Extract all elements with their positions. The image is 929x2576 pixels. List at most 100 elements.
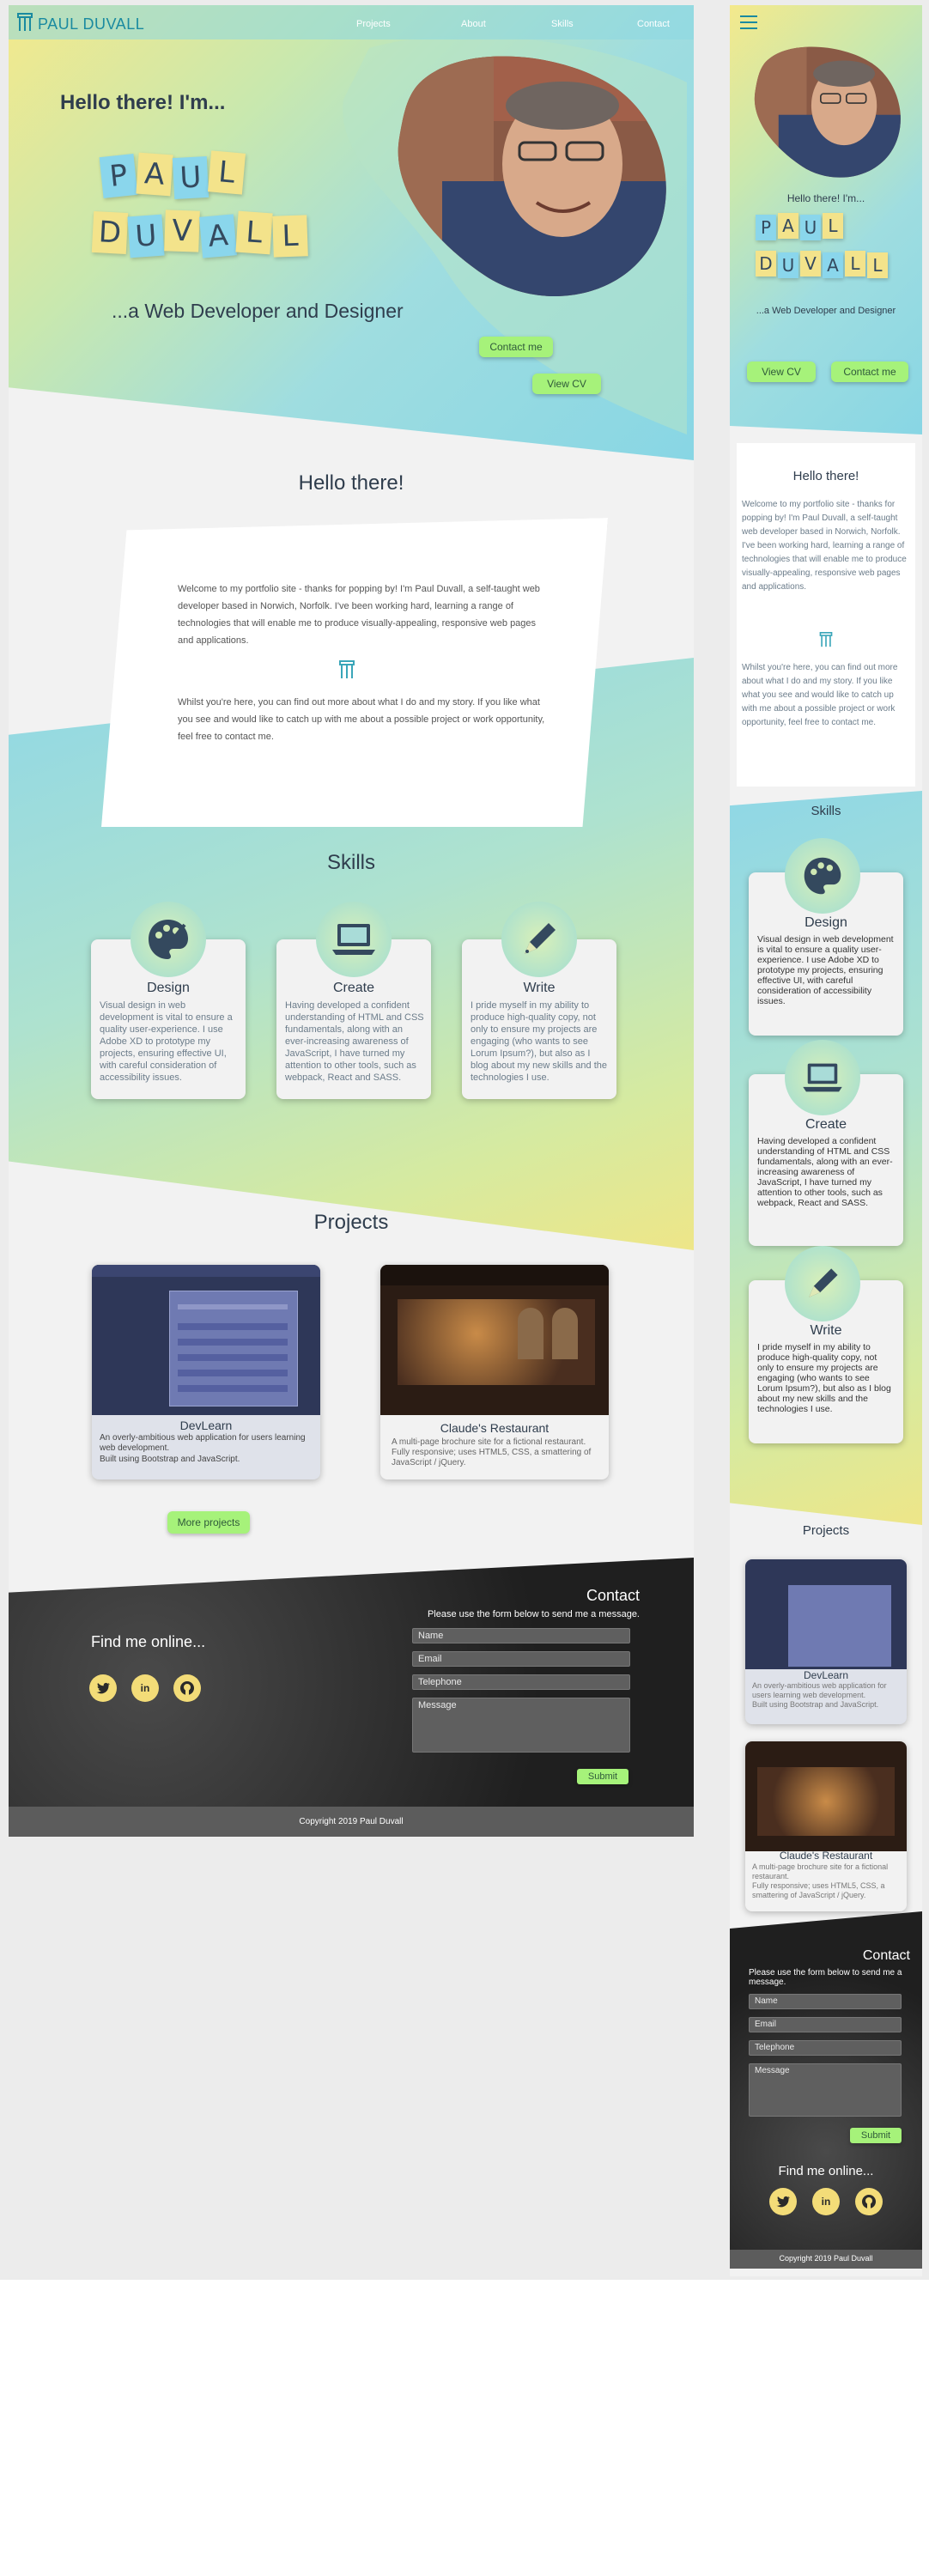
mobile-copyright-text: Copyright 2019 Paul Duvall [779, 2254, 873, 2263]
mobile-skill-text-write: I pride myself in my ability to produce … [757, 1342, 891, 1414]
project-title-claudes: Claude's Restaurant [440, 1421, 550, 1435]
mobile-pen-icon [785, 1246, 860, 1321]
hero-name-tiles: P A U L D U V A L L [86, 147, 326, 276]
name-tile: U [172, 155, 209, 200]
mobile-telephone-field[interactable]: Telephone [749, 2040, 902, 2056]
mobile-tagline: ...a Web Developer and Designer [756, 306, 896, 316]
name-tile: L [235, 210, 273, 255]
linkedin-icon[interactable]: in [131, 1674, 159, 1702]
name-tile: L [823, 213, 843, 239]
name-tile: V [164, 210, 200, 252]
name-tile: V [800, 251, 821, 276]
mobile-email-field[interactable]: Email [749, 2017, 902, 2032]
skill-title-design: Design [147, 981, 190, 995]
mobile-skill-title-create: Create [805, 1117, 847, 1132]
name-tile: A [778, 213, 798, 239]
devlearn-screenshot [92, 1265, 320, 1415]
name-tile: L [867, 252, 888, 278]
contact-title: Contact [586, 1587, 640, 1604]
skill-title-write: Write [523, 981, 556, 995]
skills-title: Skills [326, 851, 375, 874]
mobile-laptop-icon [785, 1040, 860, 1115]
find-me-online-heading: Find me online... [91, 1633, 206, 1650]
email-field[interactable]: Email [412, 1651, 630, 1667]
about-paragraph-2: Whilst you're here, you can find out mor… [178, 697, 545, 742]
name-tile: L [845, 251, 865, 276]
nav-item-about[interactable]: About [461, 19, 486, 29]
mobile-submit-button[interactable]: Submit [850, 2128, 902, 2143]
telephone-field[interactable]: Telephone [412, 1674, 630, 1690]
name-tile: A [198, 214, 238, 258]
easel-icon [337, 659, 356, 684]
mobile-twitter-icon[interactable] [769, 2188, 797, 2215]
mobile-message-field[interactable]: Message [749, 2063, 902, 2117]
mobile-linkedin-icon[interactable]: in [812, 2188, 840, 2215]
mobile-skill-title-write: Write [810, 1323, 842, 1338]
twitter-icon[interactable] [89, 1674, 117, 1702]
projects-title: Projects [313, 1211, 389, 1234]
palette-icon [131, 902, 206, 977]
mobile-name-field[interactable]: Name [749, 1994, 902, 2009]
copyright-text: Copyright 2019 Paul Duvall [299, 1817, 404, 1826]
project-sub-devlearn: Built using Bootstrap and JavaScript. [100, 1455, 240, 1464]
mobile-view-cv-button[interactable]: View CV [747, 361, 816, 382]
message-field[interactable]: Message [412, 1698, 630, 1753]
mobile-about-card [737, 443, 915, 787]
skill-text-create: Having developed a confident understandi… [285, 1000, 424, 1083]
about-title: Hello there! [298, 471, 404, 495]
nav-item-contact[interactable]: Contact [637, 19, 670, 29]
logo-icon[interactable] [15, 12, 34, 33]
brand-name[interactable]: PAUL DUVALL [38, 15, 144, 33]
more-projects-button[interactable]: More projects [167, 1511, 250, 1534]
github-icon[interactable] [173, 1674, 201, 1702]
hamburger-menu-icon[interactable] [740, 15, 757, 29]
laptop-icon [316, 902, 392, 977]
mobile-palette-icon [785, 838, 860, 914]
name-tile: A [823, 252, 843, 278]
skill-text-design: Visual design in web development is vita… [100, 1000, 233, 1083]
mobile-github-icon[interactable] [855, 2188, 883, 2215]
mobile-projects-title: Projects [802, 1523, 850, 1538]
mobile-skills-title: Skills [811, 804, 841, 818]
mobile-name-tiles: P A U L D U V A L L [752, 211, 907, 289]
mobile-project-text-claudes: A multi-page brochure site for a fiction… [752, 1862, 889, 1880]
name-tile: U [778, 252, 798, 278]
view-cv-button[interactable]: View CV [532, 374, 601, 394]
mobile-view: Hello there! I'm... P A U L D U V A L L … [730, 5, 922, 2276]
mobile-about-p2: Whilst you're here, you can find out mor… [742, 663, 898, 727]
mobile-project-title-devlearn: DevLearn [803, 1669, 849, 1681]
mobile-project-sub-claudes: Fully responsive; uses HTML5, CSS, a sma… [752, 1881, 885, 1899]
contact-me-button[interactable]: Contact me [479, 337, 553, 357]
mobile-skill-title-design: Design [805, 915, 847, 930]
pen-icon [501, 902, 577, 977]
name-tile: U [800, 215, 821, 240]
submit-button[interactable]: Submit [577, 1769, 628, 1784]
mobile-about-title: Hello there! [792, 469, 859, 483]
name-tile: L [272, 215, 308, 258]
name-field[interactable]: Name [412, 1628, 630, 1643]
claudes-screenshot [380, 1265, 609, 1415]
desktop-view: PAUL DUVALL Projects About Skills Contac… [9, 5, 694, 1837]
mobile-skill-text-design: Visual design in web development is vita… [757, 934, 894, 1006]
mobile-profile-photo [750, 45, 905, 180]
mobile-project-sub-devlearn: Built using Bootstrap and JavaScript. [752, 1700, 879, 1709]
project-text-claudes: A multi-page brochure site for a fiction… [392, 1437, 592, 1467]
name-tile: P [756, 215, 776, 240]
mobile-find-me-online: Find me online... [778, 2164, 874, 2178]
contact-intro: Please use the form below to send me a m… [427, 1609, 640, 1619]
about-paragraph-1: Welcome to my portfolio site - thanks fo… [178, 584, 540, 646]
name-tile: L [207, 150, 246, 195]
mobile-project-title-claudes: Claude's Restaurant [779, 1850, 873, 1862]
mobile-contact-intro: Please use the form below to send me a m… [749, 1968, 902, 1987]
mobile-skill-text-create: Having developed a confident understandi… [757, 1136, 893, 1208]
nav-item-projects[interactable]: Projects [356, 19, 391, 29]
mobile-contact-me-button[interactable]: Contact me [831, 361, 908, 382]
nav-item-skills[interactable]: Skills [551, 19, 574, 29]
hero-greeting: Hello there! I'm... [60, 91, 226, 114]
mobile-contact-title: Contact [862, 1948, 910, 1963]
blank-area [0, 2280, 929, 2576]
name-tile: P [99, 154, 138, 198]
skill-text-write: I pride myself in my ability to produce … [471, 1000, 607, 1083]
name-tile: D [91, 210, 129, 255]
mobile-easel-icon [818, 630, 834, 653]
